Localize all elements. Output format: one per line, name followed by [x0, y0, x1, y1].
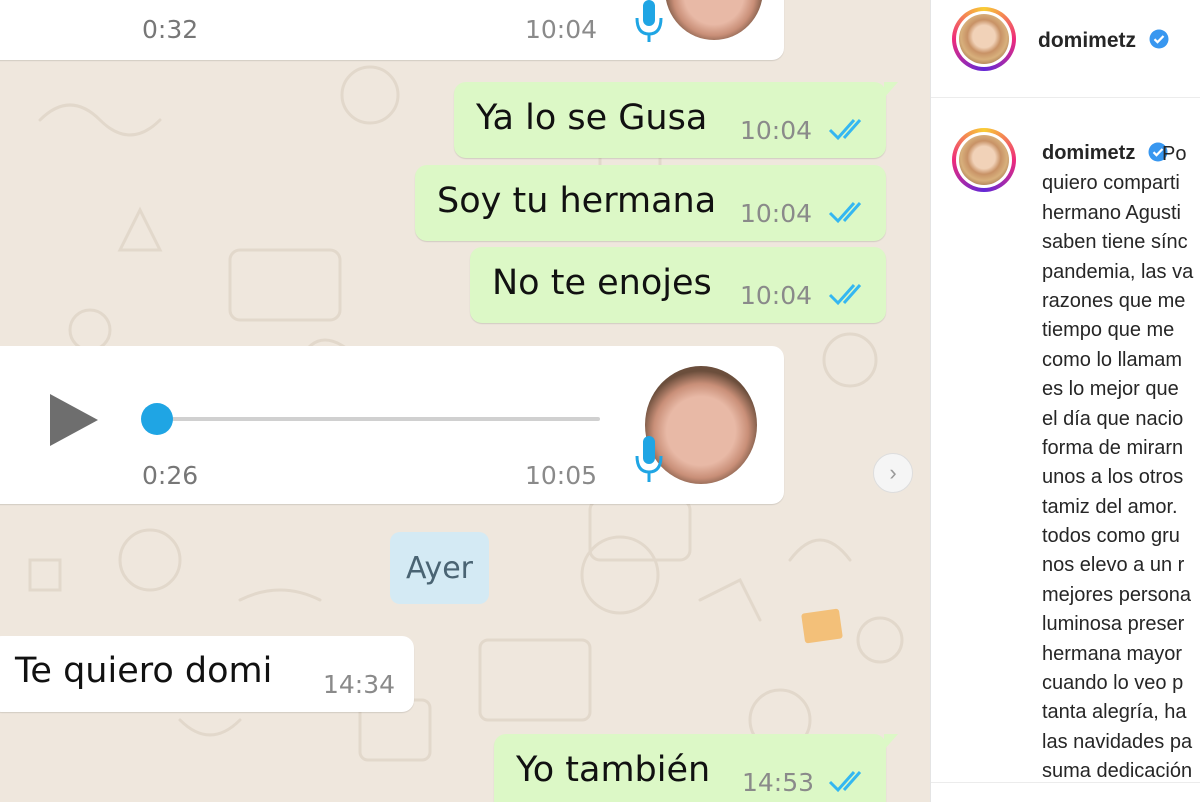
message-text: Te quiero domi	[15, 651, 273, 691]
message-time: 10:04	[740, 199, 813, 228]
caption-line: tanta alegría, ha	[1042, 701, 1187, 724]
read-ticks-icon	[828, 119, 862, 141]
read-ticks-icon	[828, 771, 862, 793]
voice-note-duration: 0:26	[142, 461, 199, 490]
caption-line: hermano Agusti	[1042, 201, 1181, 224]
post-caption: Po quiero comparti hermano Agusti saben …	[1042, 140, 1200, 787]
voice-note-time: 10:04	[525, 15, 598, 44]
message-outgoing: Ya lo se Gusa 10:04	[454, 82, 898, 158]
caption-line: unos a los otros	[1042, 466, 1184, 489]
message-text: Soy tu hermana	[437, 181, 717, 221]
day-separator: Ayer	[390, 532, 489, 604]
caption-line: las navidades pa	[1042, 730, 1193, 753]
caption-line: como lo llamam	[1042, 348, 1183, 371]
profile-username[interactable]: domimetz	[1038, 29, 1136, 53]
caption-line: el día que nacio	[1042, 407, 1184, 430]
caption-line: todos como gru	[1042, 525, 1180, 548]
caption-line: Po	[1162, 143, 1187, 165]
message-time: 10:04	[740, 116, 813, 145]
verified-badge-icon	[1149, 29, 1169, 49]
forward-arrow-icon[interactable]: ›	[873, 453, 913, 493]
caption-line: saben tiene sínc	[1042, 231, 1188, 254]
message-time: 10:04	[740, 281, 813, 310]
post-header: domimetz	[931, 0, 1200, 98]
whatsapp-chat: 0:32 10:04 Ya lo se Gusa 10:04 Soy tu he…	[0, 0, 930, 802]
message-time: 14:53	[742, 768, 815, 797]
microphone-icon	[635, 0, 663, 42]
microphone-icon	[635, 436, 663, 482]
message-incoming: Te quiero domi 14:34	[0, 636, 414, 712]
play-icon[interactable]	[48, 392, 100, 448]
read-ticks-icon	[828, 202, 862, 224]
caption-line: es lo mejor que	[1042, 378, 1179, 401]
message-outgoing: No te enojes 10:04	[470, 247, 886, 323]
voice-note-time: 10:05	[525, 461, 598, 490]
caption-avatar[interactable]	[952, 128, 1016, 192]
message-text: Yo también	[516, 750, 711, 790]
caption-line: razones que me	[1042, 289, 1186, 312]
caption-line: pandemia, las va	[1042, 260, 1194, 283]
read-ticks-icon	[828, 284, 862, 306]
message-time: 14:34	[323, 670, 396, 699]
message-outgoing: Yo también 14:53	[494, 734, 898, 802]
message-text: Ya lo se Gusa	[476, 98, 708, 138]
caption-line: luminosa preser	[1042, 613, 1185, 636]
message-outgoing: Soy tu hermana 10:04	[415, 165, 886, 241]
instagram-post-panel: domimetz domimetz Po quiero comparti her…	[930, 0, 1200, 802]
caption-line: hermana mayor	[1042, 642, 1183, 665]
panel-divider	[931, 782, 1200, 783]
voice-note-bubble: 0:32 10:04	[0, 0, 784, 60]
caption-line: forma de mirarn	[1042, 436, 1184, 459]
caption-line: cuando lo veo p	[1042, 672, 1184, 695]
sticker-decoration	[801, 608, 843, 644]
caption-line: mejores persona	[1042, 583, 1191, 606]
profile-avatar[interactable]	[952, 7, 1016, 71]
caption-line: tamiz del amor.	[1042, 495, 1178, 518]
caption-line: nos elevo a un r	[1042, 554, 1185, 577]
caption-line: tiempo que me	[1042, 319, 1175, 342]
message-text: No te enojes	[492, 263, 712, 303]
voice-progress-handle[interactable]	[141, 403, 173, 435]
voice-progress-track[interactable]	[150, 417, 600, 421]
caption-line: quiero comparti	[1042, 172, 1180, 195]
voice-note-duration: 0:32	[142, 15, 199, 44]
